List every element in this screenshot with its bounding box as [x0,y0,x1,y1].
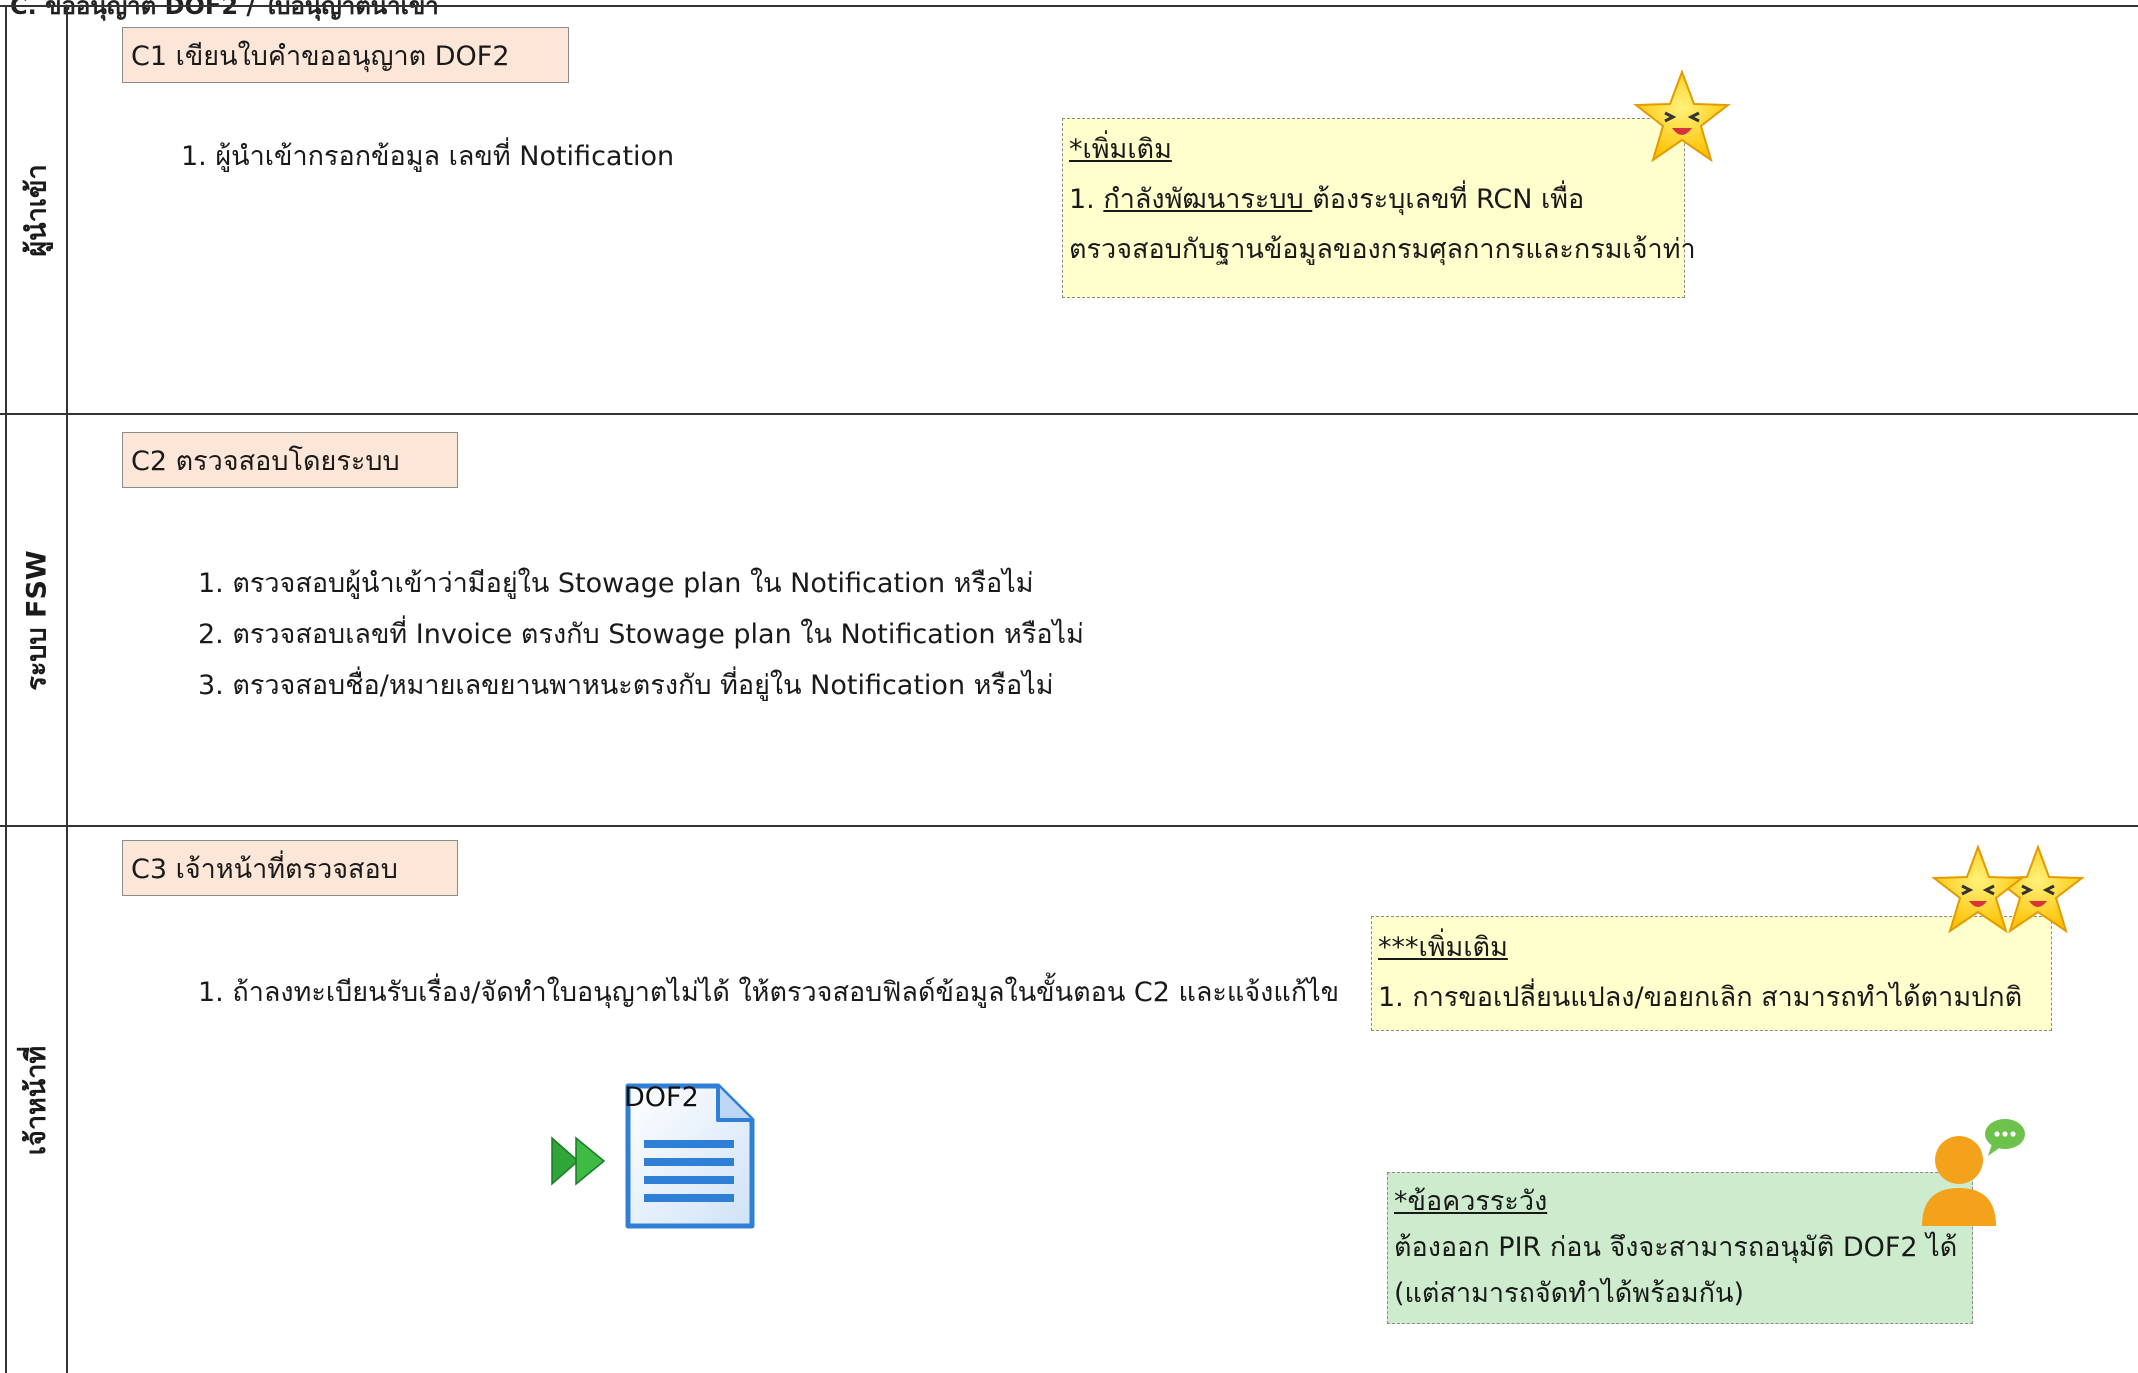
lane-separator-2 [0,825,2138,827]
note3-heading: *ข้อควรระวัง [1394,1186,1548,1217]
lane-label-importer: ผู้นำเข้า [21,163,53,257]
lane-label-fsw-system: ระบบ FSW [21,549,53,691]
step-c3-box: C3 เจ้าหน้าที่ตรวจสอบ [122,840,458,896]
fast-forward-arrow-icon [551,1136,606,1186]
document-label: DOF2 [624,1082,699,1113]
c1-line-1: 1. ผู้นำเข้ากรอกข้อมูล เลขที่ Notificati… [181,141,675,172]
c2-line-3: 3. ตรวจสอบชื่อ/หมายเลขยานพาหนะตรงกับ ที่… [198,670,1054,701]
note1-heading: *เพิ่มเติม [1069,134,1172,165]
note3-line1: ต้องออก PIR ก่อน จึงจะสามารถอนุมัติ DOF2… [1394,1232,1958,1263]
star-emoji-icon [1633,69,1731,163]
double-star-emoji-icon [1931,844,2085,934]
c2-line-2: 2. ตรวจสอบเลขที่ Invoice ตรงกับ Stowage … [198,619,1084,650]
lane-label-divider [66,5,68,1373]
step-c1-box: C1 เขียนใบคำขออนุญาต DOF2 [122,27,569,83]
page-title: C. ขออนุญาต DOF2 / ใบอนุญาตนำเข้า [10,0,439,20]
note2-line1: 1. การขอเปลี่ยนแปลง/ขอยกเลิก สามารถทำได้… [1378,982,2023,1013]
c3-line-1: 1. ถ้าลงทะเบียนรับเรื่อง/จัดทำใบอนุญาตไม… [198,977,1340,1008]
note1-line1-rest: ต้องระบุเลขที่ RCN เพื่อ [1312,184,1585,215]
user-chat-icon [1922,1119,2025,1226]
dof2-document: DOF2 [622,1080,758,1232]
note-additional-rcn: *เพิ่มเติม 1. กำลังพัฒนาระบบ ต้องระบุเลข… [1062,118,1696,298]
note1-line2: ตรวจสอบกับฐานข้อมูลของกรมศุลกากรและกรมเจ… [1069,234,1696,265]
note1-line1-prefix: 1. [1069,184,1104,215]
c2-line-1: 1. ตรวจสอบผู้นำเข้าว่ามีอยู่ใน Stowage p… [198,568,1034,599]
note1-line1-underlined: กำลังพัฒนาระบบ [1103,184,1313,215]
note-caution: *ข้อควรระวัง ต้องออก PIR ก่อน จึงจะสามาร… [1387,1172,1973,1324]
grid-top-rule [0,5,2138,7]
lane-label-officer: เจ้าหน้าที่ [21,1045,53,1155]
lane-separator-1 [0,413,2138,415]
note2-heading: ***เพิ่มเติม [1378,932,1508,963]
step-c2-box: C2 ตรวจสอบโดยระบบ [122,432,458,488]
note3-line2: (แต่สามารถจัดทำได้พร้อมกัน) [1394,1278,1744,1309]
